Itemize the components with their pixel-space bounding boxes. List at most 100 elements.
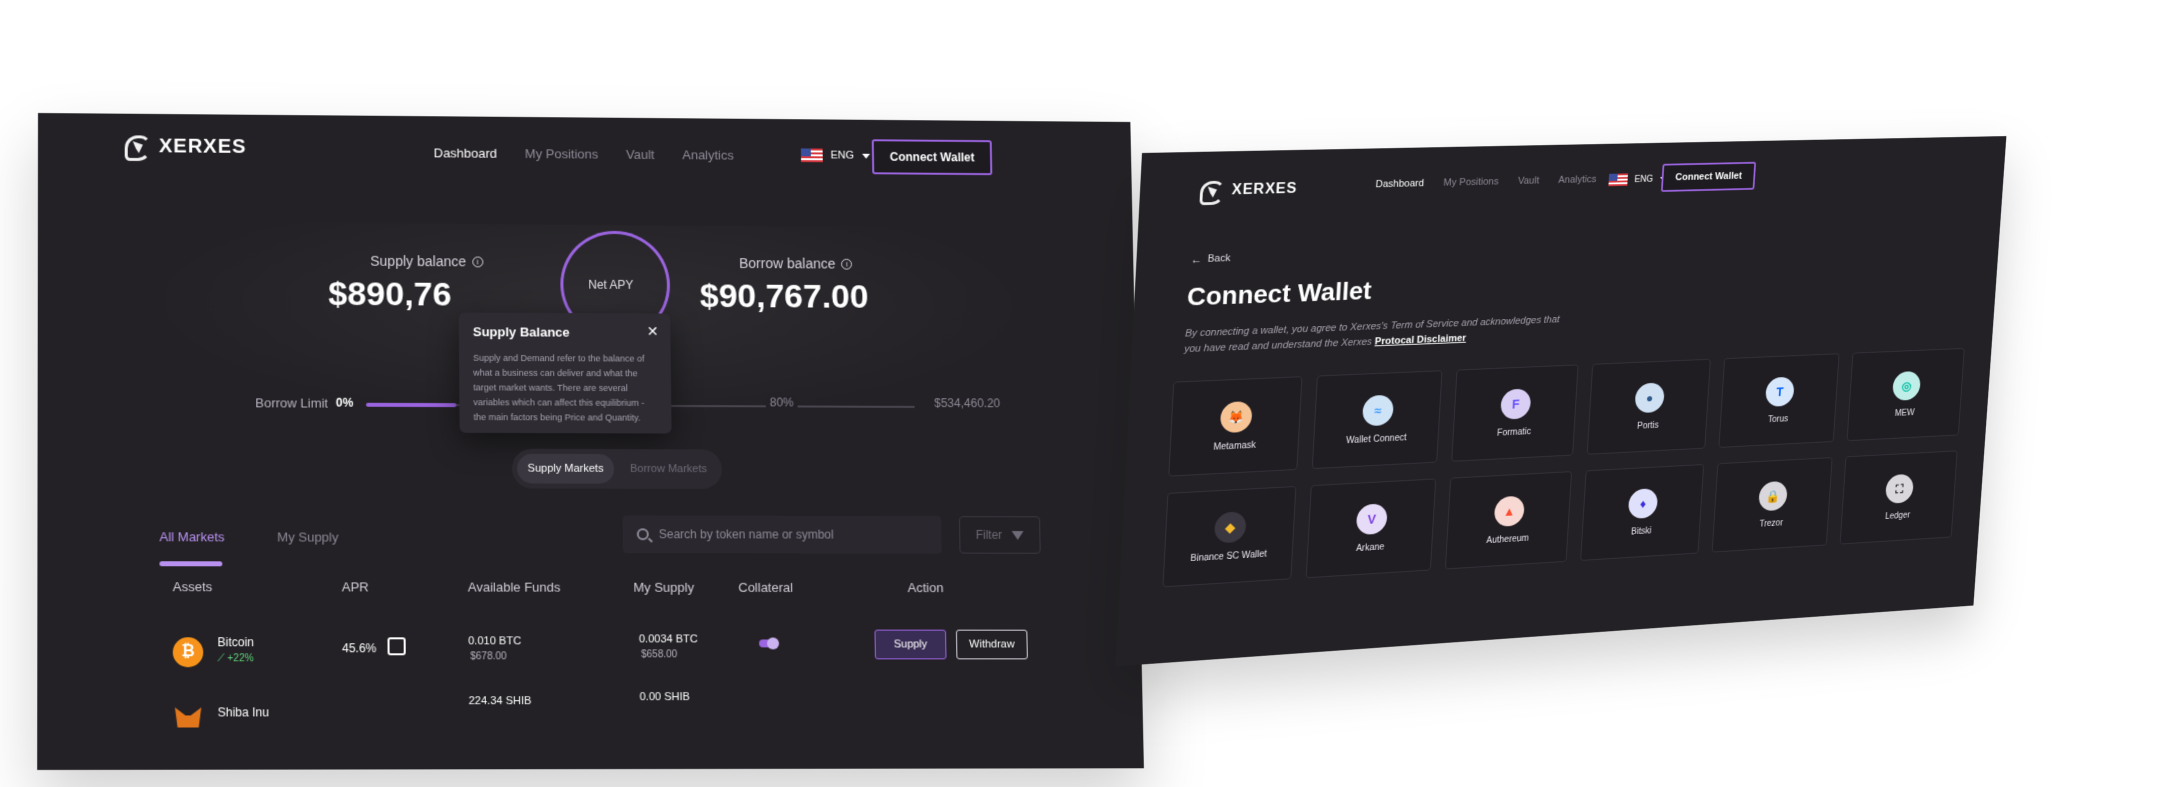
wallet-option-metamask[interactable]: 🦊 Metamask (1168, 376, 1303, 477)
wallet-name: Ledger (1884, 510, 1911, 522)
wallet-option-ledger[interactable]: ⛶ Ledger (1839, 450, 1958, 545)
wallet-option-authereum[interactable]: ▲ Authereum (1444, 471, 1573, 570)
supply-button[interactable]: Supply (874, 629, 947, 660)
search-placeholder: Search by token name or symbol (658, 527, 834, 542)
filter-icon (1011, 530, 1024, 540)
asset-change: ⟋ +22% (217, 653, 253, 664)
nav-dashboard[interactable]: Dashboard (1375, 178, 1424, 190)
market-tabs: All Markets My Supply (159, 529, 338, 566)
topbar: XERXES Dashboard My Positions Vault Anal… (1138, 136, 2007, 236)
bitski-icon: ♦ (1627, 488, 1659, 520)
language-selector[interactable]: ENG (1608, 173, 1667, 187)
trend-up-icon: ⟋ (217, 653, 228, 665)
available-funds-token: 224.34 SHIB (468, 695, 532, 708)
wallet-option-mew[interactable]: ◎ MEW (1846, 347, 1965, 442)
main-nav: Dashboard My Positions Vault Analytics (434, 146, 734, 163)
my-supply-token: 0.0034 BTC (638, 633, 698, 646)
filter-button[interactable]: Filter (958, 516, 1041, 554)
nav-vault[interactable]: Vault (1518, 175, 1540, 186)
nav-dashboard[interactable]: Dashboard (434, 146, 498, 161)
supply-markets-tab[interactable]: Supply Markets (516, 453, 615, 484)
nav-my-positions[interactable]: My Positions (1443, 176, 1499, 188)
authereum-icon: ▲ (1493, 495, 1525, 528)
borrow-limit-percent: 0% (335, 395, 354, 410)
wallet-name: Portis (1636, 420, 1659, 432)
nav-my-positions[interactable]: My Positions (525, 146, 598, 161)
supply-balance-text: Supply balance (370, 252, 467, 270)
wallet-option-wallet-connect[interactable]: ≈ Wallet Connect (1311, 370, 1443, 470)
wallet-option-torus[interactable]: T Torus (1718, 353, 1840, 448)
tab-my-supply[interactable]: My Supply (277, 530, 338, 567)
col-my-supply: My Supply (633, 579, 695, 595)
search-icon (636, 528, 649, 541)
brand-logo[interactable]: XERXES (121, 133, 247, 159)
us-flag-icon (800, 148, 823, 163)
wallet-option-trezor[interactable]: 🔒 Trezor (1711, 457, 1833, 553)
col-action: Action (907, 580, 944, 596)
info-icon[interactable]: i (472, 256, 484, 267)
calculator-icon[interactable] (387, 637, 406, 656)
available-funds-usd: $678.00 (470, 651, 507, 663)
search-input[interactable]: Search by token name or symbol (622, 515, 942, 554)
borrow-balance-value: $90,767.00 (699, 277, 869, 316)
wallet-option-portis[interactable]: ● Portis (1586, 358, 1711, 455)
market-toggle: Supply Markets Borrow Markets (511, 448, 723, 489)
collateral-toggle[interactable] (758, 639, 778, 648)
wallet-name: Formatic (1496, 427, 1532, 439)
wallet-grid: 🦊 Metamask ≈ Wallet Connect F Formatic ●… (1162, 347, 1965, 588)
col-apr: APR (341, 579, 369, 595)
wallet-option-arkane[interactable]: V Arkane (1305, 478, 1437, 579)
wallet-option-formatic[interactable]: F Formatic (1451, 364, 1579, 462)
wallet-name: Wallet Connect (1345, 433, 1407, 446)
tab-all-markets[interactable]: All Markets (159, 529, 224, 566)
arrow-left-icon: ← (1190, 252, 1203, 266)
borrow-limit-max: $534,460.20 (934, 396, 1001, 411)
language-label: ENG (1634, 174, 1654, 185)
wallet-name: Authereum (1486, 533, 1530, 546)
fox-icon: 🦊 (1219, 400, 1253, 434)
table-header: Assets APR Available Funds My Supply Col… (165, 579, 1047, 600)
nav-analytics[interactable]: Analytics (1558, 174, 1597, 186)
wallet-name: Trezor (1759, 518, 1784, 530)
language-selector[interactable]: ENG (800, 148, 870, 163)
col-available-funds: Available Funds (467, 579, 561, 595)
borrow-limit-marker: 80% (765, 395, 798, 410)
shiba-inu-icon (175, 707, 201, 727)
my-supply-token: 0.00 SHIB (639, 691, 690, 704)
back-label: Back (1207, 252, 1231, 265)
brand-logo[interactable]: XERXES (1196, 177, 1298, 203)
wallet-name: Arkane (1355, 542, 1385, 554)
stage: XERXES Dashboard My Positions Vault Anal… (0, 0, 2160, 787)
nav-vault[interactable]: Vault (626, 147, 655, 162)
ledger-icon: ⛶ (1884, 473, 1915, 504)
supply-balance-value: $890,76 (328, 275, 452, 314)
wallet-option-bitski[interactable]: ♦ Bitski (1580, 464, 1705, 561)
wallet-option-binance[interactable]: ◆ Binance SC Wallet (1162, 486, 1297, 588)
wallet-name: Metamask (1213, 440, 1257, 453)
lion-logo-icon (1196, 179, 1225, 204)
topbar: XERXES Dashboard My Positions Vault Anal… (38, 113, 1132, 209)
connect-wallet-button[interactable]: Connect Wallet (1660, 161, 1757, 192)
wallet-name: Binance SC Wallet (1190, 549, 1268, 564)
back-link[interactable]: ← Back (1191, 252, 1231, 266)
table-row: Shiba Inu 224.34 SHIB 0.00 SHIB (165, 691, 1069, 740)
col-collateral: Collateral (738, 579, 794, 595)
protocol-disclaimer-link[interactable]: Protocal Disclaimer (1374, 333, 1466, 347)
nav-analytics[interactable]: Analytics (682, 148, 734, 163)
borrow-markets-tab[interactable]: Borrow Markets (620, 454, 717, 484)
info-icon[interactable]: i (841, 258, 853, 270)
available-funds-token: 0.010 BTC (468, 635, 522, 648)
asset-apr: 45.6% (342, 641, 377, 656)
binance-icon: ◆ (1213, 511, 1247, 544)
borrow-balance-label: Borrow balance i (739, 255, 853, 271)
connect-wallet-button[interactable]: Connect Wallet (871, 139, 993, 176)
asset-name: Bitcoin (217, 635, 255, 650)
us-flag-icon (1608, 173, 1629, 187)
net-apy-label: Net APY (588, 277, 634, 292)
page-title: Connect Wallet (1186, 276, 1373, 311)
lion-logo-icon (121, 133, 151, 159)
chevron-down-icon (861, 153, 870, 159)
connect-wallet-screen: XERXES Dashboard My Positions Vault Anal… (1115, 136, 2007, 667)
withdraw-button[interactable]: Withdraw (955, 629, 1028, 660)
close-icon[interactable]: ✕ (647, 323, 659, 340)
